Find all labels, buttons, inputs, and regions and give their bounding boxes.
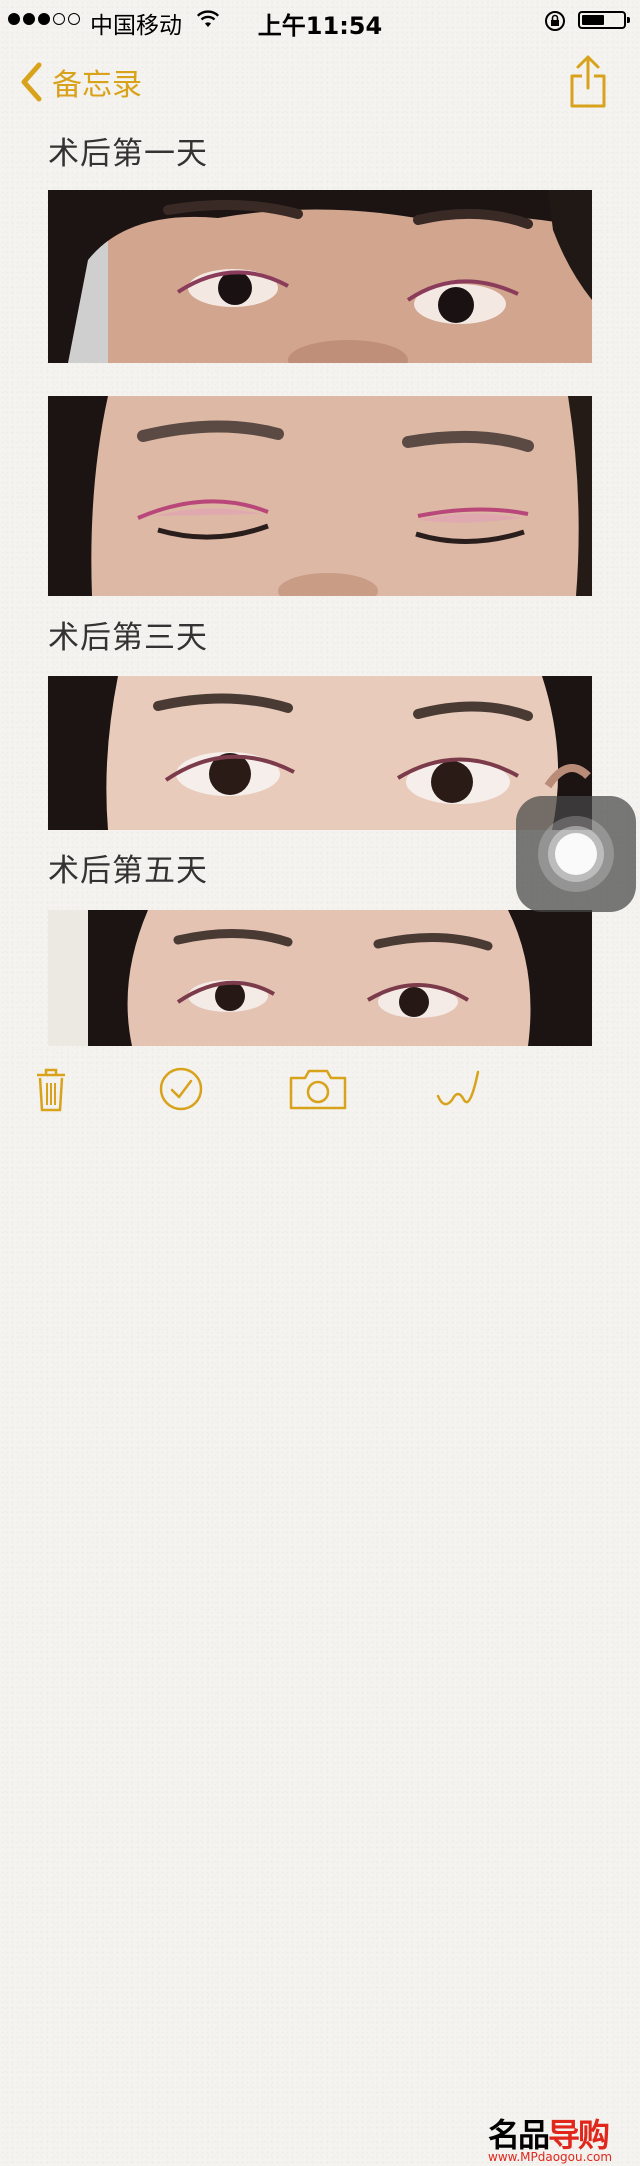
navigation-bar: 备忘录: [0, 40, 640, 128]
camera-icon[interactable]: [288, 1066, 348, 1112]
note-heading-day1: 术后第一天: [48, 136, 208, 172]
status-bar: 中国移动 上午11:54: [0, 0, 640, 40]
assistive-touch-button[interactable]: [516, 796, 636, 912]
photo-day5-eyes[interactable]: [48, 910, 592, 1046]
watermark-logo-red: 导购: [548, 2116, 610, 2154]
chevron-left-icon: [21, 62, 42, 102]
watermark: 名品导购 www.MPdaogou.com: [488, 2106, 628, 2166]
bottom-toolbar: 名品导购 www.MPdaogou.com: [0, 1046, 640, 2164]
photo-day1-eyes-closed[interactable]: [48, 396, 592, 596]
checklist-icon[interactable]: [158, 1066, 204, 1112]
back-label: 备忘录: [52, 68, 142, 103]
photo-day1-eyes-open[interactable]: [48, 190, 592, 363]
battery-icon: [578, 11, 630, 29]
watermark-logo-black: 名品: [488, 2116, 550, 2154]
watermark-url: www.MPdaogou.com: [488, 2150, 613, 2164]
note-heading-day3: 术后第三天: [48, 620, 208, 656]
rotation-lock-icon: [545, 11, 565, 31]
trash-icon[interactable]: [34, 1066, 68, 1114]
back-button[interactable]: 备忘录: [18, 60, 142, 104]
sketch-icon[interactable]: [434, 1066, 482, 1114]
share-icon[interactable]: [566, 54, 610, 110]
note-heading-day5: 术后第五天: [48, 853, 208, 889]
photo-day3-eyes[interactable]: [48, 676, 592, 830]
